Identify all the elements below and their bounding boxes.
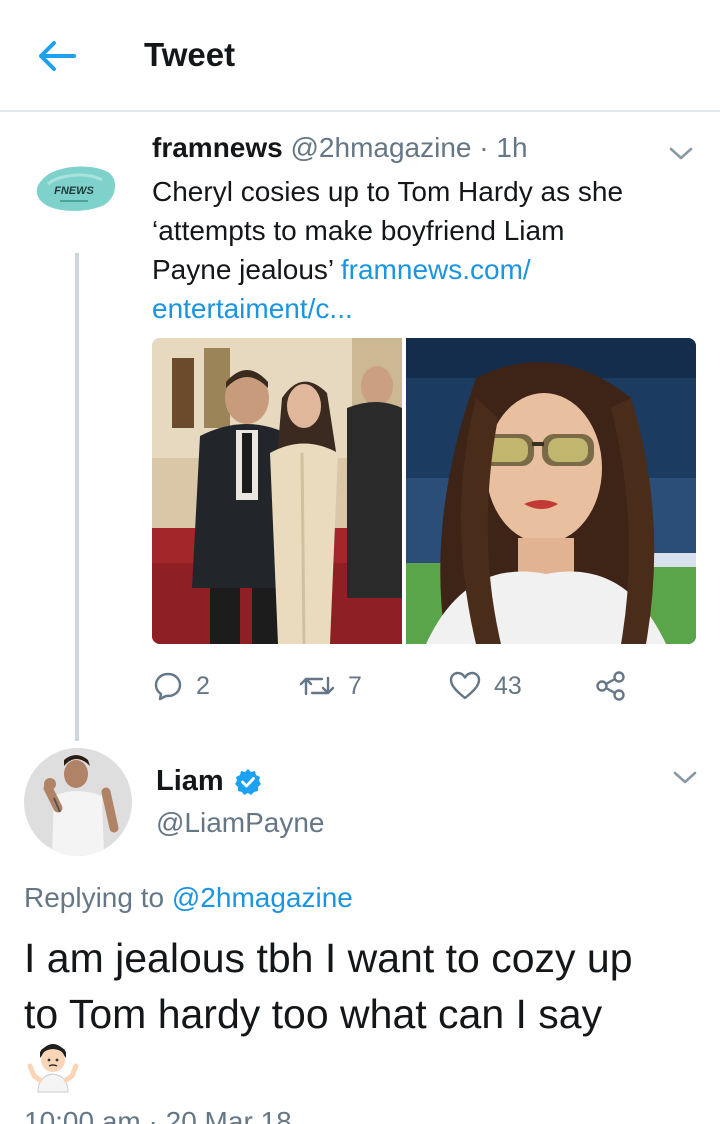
tweet-menu-button[interactable] [668,146,694,162]
chevron-down-icon [669,147,693,160]
tweet-link-continued[interactable]: entertaiment/c... [152,293,353,324]
tweet-photo-right[interactable] [406,338,696,644]
like-count: 43 [494,671,522,700]
replying-to-line: Replying to @2hmagazine [24,882,353,914]
thread-connector-line [75,253,79,741]
reply-button[interactable]: 2 [152,664,210,708]
tweet-actions-bar: 2 7 43 [152,664,692,708]
tweet-link[interactable]: framnews.com/ [341,254,531,285]
like-button[interactable]: 43 [448,664,522,708]
reply-text-line: I am jealous tbh I want to cozy up [24,935,633,981]
reply-menu-button[interactable] [672,770,698,786]
avatar-framnews[interactable]: FNEWS [30,152,120,232]
tweet-header: framnews @2hmagazine · 1h [152,132,528,164]
reply-text-line: to Tom hardy too what can I say [24,991,603,1037]
reply-count: 2 [196,671,210,700]
separator-dot: · [479,132,489,163]
back-button[interactable] [34,36,78,76]
avatar-liam[interactable] [24,748,132,856]
top-app-bar: Tweet [0,0,720,112]
reply-author-name[interactable]: Liam [156,765,224,798]
heart-icon [449,671,481,700]
verified-badge-icon [234,768,261,795]
tweet-text-line: Cheryl cosies up to Tom Hardy as she [152,176,624,207]
replying-to-handle[interactable]: @2hmagazine [172,882,353,913]
reply-text: I am jealous tbh I want to cozy up to To… [24,930,704,1042]
retweet-button[interactable]: 7 [298,664,362,708]
share-button[interactable] [594,664,628,708]
tweet-text-line: ‘attempts to make boyfriend Liam [152,215,565,246]
arrow-left-icon [39,41,76,71]
author-handle[interactable]: @2hmagazine [291,132,472,163]
tweet-text-line: Payne jealous’ [152,254,341,285]
share-nodes-icon [596,671,625,701]
author-name[interactable]: framnews [152,132,283,163]
chevron-down-icon [673,771,697,784]
replying-to-label: Replying to [24,882,172,913]
tweet-text: Cheryl cosies up to Tom Hardy as she ‘at… [152,172,692,328]
avatar-logo-text: FNEWS [54,185,94,197]
tweet-photo-left[interactable] [152,338,402,644]
reply-author-row: Liam [156,765,262,798]
tweet-time: 1h [496,132,528,163]
reply-author-handle[interactable]: @LiamPayne [156,807,325,839]
retweet-count: 7 [348,671,362,700]
reply-timestamp: 10:00 am · 20 Mar 18 [24,1106,292,1124]
page-title: Tweet [144,36,236,73]
tweet-detail-screen: Tweet FNEWS framnews @2hmagazine · 1h Ch… [0,0,720,1124]
reply-bubble-icon [154,672,182,701]
retweet-icon [299,676,335,696]
person-shrugging-icon [24,1036,82,1094]
